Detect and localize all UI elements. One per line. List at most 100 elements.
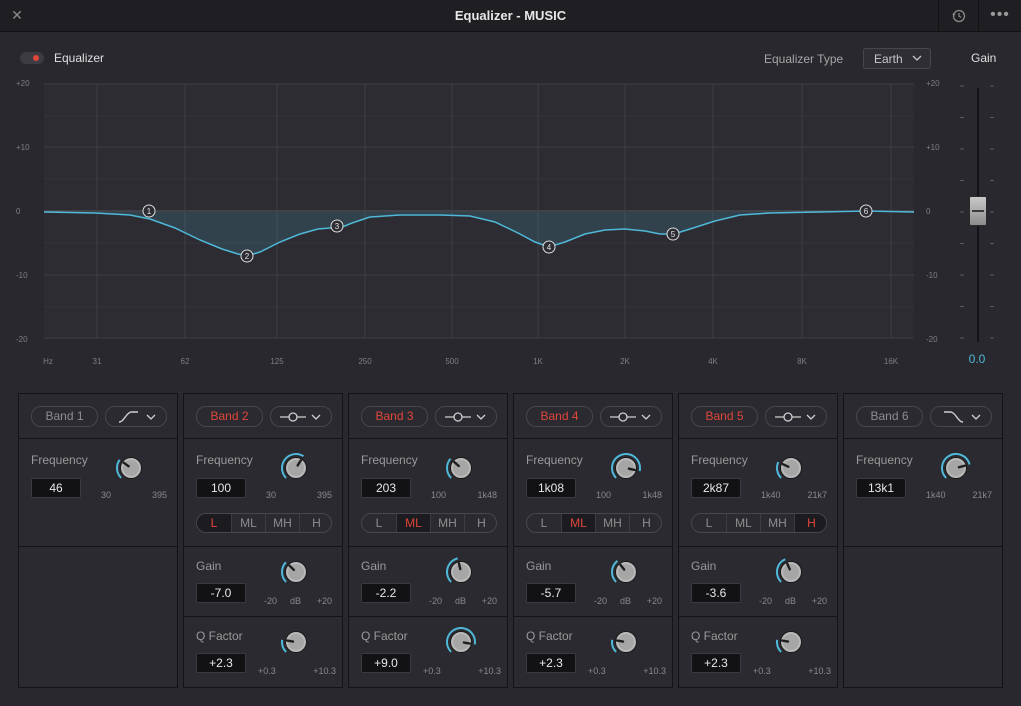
q-factor-max: +10.3 — [808, 666, 831, 676]
bell-icon — [280, 412, 321, 422]
frequency-max: 21k7 — [807, 490, 827, 500]
range-option-ml[interactable]: ML — [726, 514, 760, 532]
gain-unit: dB — [455, 596, 467, 606]
band-6-shape-dropdown[interactable] — [930, 406, 992, 427]
gain-knob[interactable] — [610, 556, 642, 588]
q-factor-knob[interactable] — [775, 626, 807, 658]
more-options-icon[interactable]: ••• — [978, 0, 1021, 32]
gain-min: -20 — [759, 596, 773, 606]
frequency-section: Frequency 100 30 395 L ML MH H — [184, 439, 342, 547]
gain-section: Gain -7.0 -20 dB +20 — [184, 547, 342, 617]
gain-knob[interactable] — [775, 556, 807, 588]
band-1-shape-dropdown[interactable] — [105, 406, 167, 427]
chevron-down-icon — [912, 55, 922, 61]
range-option-mh[interactable]: MH — [265, 514, 299, 532]
chevron-down-icon — [971, 414, 981, 420]
band-5-shape-dropdown[interactable] — [765, 406, 827, 427]
q-factor-min: +0.3 — [423, 666, 441, 676]
frequency-knob[interactable] — [445, 452, 477, 484]
range-option-mh[interactable]: MH — [430, 514, 464, 532]
history-button[interactable] — [938, 0, 978, 32]
q-factor-value[interactable]: +2.3 — [691, 653, 741, 673]
db-tick-label: +10 — [16, 143, 30, 152]
range-option-l[interactable]: L — [197, 514, 231, 532]
q-factor-section — [19, 617, 177, 689]
toggle-indicator — [33, 55, 39, 61]
frequency-value[interactable]: 203 — [361, 478, 411, 498]
frequency-section: Frequency 13k1 1k40 21k7 — [844, 439, 1002, 547]
db-tick-label: -20 — [926, 335, 938, 344]
frequency-value[interactable]: 1k08 — [526, 478, 576, 498]
band-2-shape-dropdown[interactable] — [270, 406, 332, 427]
band-2-toggle[interactable]: Band 2 — [196, 406, 263, 427]
band-header: Band 1 — [19, 394, 177, 439]
frequency-knob[interactable] — [610, 452, 642, 484]
range-option-ml[interactable]: ML — [561, 514, 595, 532]
history-icon — [952, 9, 966, 23]
frequency-min: 30 — [266, 490, 277, 500]
range-option-h[interactable]: H — [629, 514, 661, 532]
range-option-ml[interactable]: ML — [231, 514, 265, 532]
band-6-toggle[interactable]: Band 6 — [856, 406, 923, 427]
q-factor-value[interactable]: +2.3 — [196, 653, 246, 673]
frequency-min: 1k40 — [926, 490, 946, 500]
frequency-knob[interactable] — [775, 452, 807, 484]
q-factor-value[interactable]: +2.3 — [526, 653, 576, 673]
range-option-l[interactable]: L — [362, 514, 396, 532]
frequency-knob[interactable] — [280, 452, 312, 484]
range-option-ml[interactable]: ML — [396, 514, 430, 532]
band-1-toggle[interactable]: Band 1 — [31, 406, 98, 427]
frequency-value[interactable]: 2k87 — [691, 478, 741, 498]
frequency-section: Frequency 1k08 100 1k48 L ML MH H — [514, 439, 672, 547]
frequency-knob[interactable] — [115, 452, 147, 484]
gain-knob[interactable] — [280, 556, 312, 588]
q-factor-knob[interactable] — [445, 626, 477, 658]
band-5-toggle[interactable]: Band 5 — [691, 406, 758, 427]
range-option-l[interactable]: L — [527, 514, 561, 532]
frequency-min: 1k40 — [761, 490, 781, 500]
frequency-max: 395 — [151, 490, 167, 500]
frequency-range-selector: L ML MH H — [691, 513, 827, 533]
range-option-l[interactable]: L — [692, 514, 726, 532]
bell-icon — [445, 412, 486, 422]
band-4-shape-dropdown[interactable] — [600, 406, 662, 427]
gain-value[interactable]: -2.2 — [361, 583, 411, 603]
frequency-value[interactable]: 46 — [31, 478, 81, 498]
band-1-panel: Band 1 Frequency 46 30 395 — [18, 393, 178, 688]
freq-tick-label: 250 — [358, 357, 372, 366]
q-factor-knob[interactable] — [610, 626, 642, 658]
range-option-mh[interactable]: MH — [595, 514, 629, 532]
band-3-toggle[interactable]: Band 3 — [361, 406, 428, 427]
frequency-label: Frequency — [196, 453, 253, 467]
band-4-toggle[interactable]: Band 4 — [526, 406, 593, 427]
frequency-max: 1k48 — [477, 490, 497, 500]
equalizer-toggle[interactable] — [20, 52, 44, 64]
db-scale-right: +20 +10 0 -10 -20 — [926, 79, 940, 344]
gain-knob[interactable] — [445, 556, 477, 588]
frequency-value[interactable]: 100 — [196, 478, 246, 498]
q-factor-value[interactable]: +9.0 — [361, 653, 411, 673]
gain-value[interactable]: -3.6 — [691, 583, 741, 603]
db-tick-label: 0 — [16, 207, 21, 216]
equalizer-type-dropdown[interactable]: Earth — [863, 48, 931, 69]
gain-value[interactable]: -5.7 — [526, 583, 576, 603]
frequency-section: Frequency 46 30 395 — [19, 439, 177, 547]
band-3-shape-dropdown[interactable] — [435, 406, 497, 427]
gain-min: -20 — [264, 596, 278, 606]
band-4-panel: Band 4 Frequency 1k08 100 1k48 L ML MH H Gain -5.7… — [513, 393, 673, 688]
range-option-h[interactable]: H — [464, 514, 496, 532]
gain-fader-handle[interactable] — [969, 196, 987, 226]
frequency-knob[interactable] — [940, 452, 972, 484]
bell-icon — [610, 412, 651, 422]
db-tick-label: +20 — [16, 79, 30, 88]
range-option-h[interactable]: H — [299, 514, 331, 532]
range-option-h[interactable]: H — [794, 514, 826, 532]
gain-value: 0.0 — [968, 352, 986, 366]
q-factor-knob[interactable] — [280, 626, 312, 658]
gain-max: +20 — [481, 596, 497, 606]
equalizer-label: Equalizer — [54, 51, 105, 65]
gain-section: Gain -5.7 -20 dB +20 — [514, 547, 672, 617]
frequency-value[interactable]: 13k1 — [856, 478, 906, 498]
gain-value[interactable]: -7.0 — [196, 583, 246, 603]
range-option-mh[interactable]: MH — [760, 514, 794, 532]
